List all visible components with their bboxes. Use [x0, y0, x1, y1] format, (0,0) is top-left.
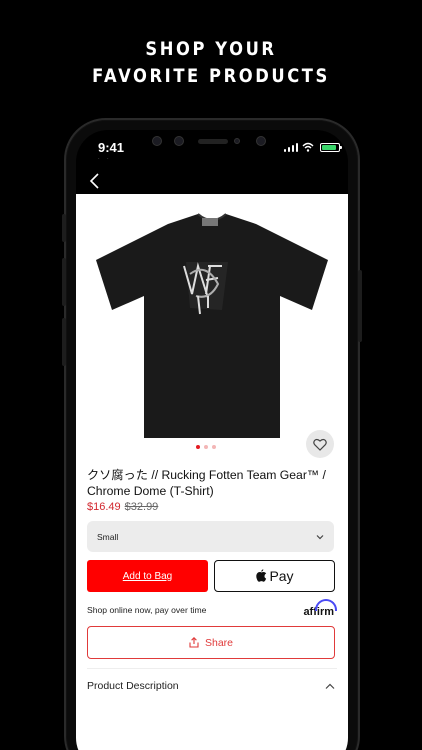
speaker-grille: [198, 139, 228, 144]
heart-outline-icon: [313, 438, 327, 451]
product-image[interactable]: [86, 202, 338, 444]
signal-icon: [288, 147, 290, 152]
apple-pay-label: Pay: [269, 568, 294, 584]
promo-headline: SHOP YOUR FAVORITE PRODUCTS: [30, 36, 393, 90]
promo-line-1: SHOP YOUR: [145, 38, 277, 60]
pagination-dot[interactable]: [212, 445, 216, 449]
affirm-logo: affirm: [303, 599, 338, 618]
affirm-arc: [315, 599, 338, 611]
battery-cap: [340, 146, 342, 149]
pagination-dot[interactable]: [196, 445, 200, 449]
add-to-bag-button[interactable]: Add to Bag: [87, 560, 208, 592]
affirm-text: Shop online now, pay over time: [87, 605, 207, 615]
phone-button: [62, 258, 66, 306]
image-pagination: [196, 445, 216, 449]
signal-icon: [292, 145, 294, 152]
share-button[interactable]: Share: [87, 626, 335, 659]
product-description-label: Product Description: [87, 680, 179, 692]
chevron-down-icon: [316, 534, 324, 539]
favorite-button[interactable]: [306, 430, 334, 458]
affirm-row[interactable]: Shop online now, pay over time affirm: [87, 599, 338, 619]
signal-icon: [284, 149, 286, 152]
product-page: クソ腐った // Rucking Fotten Team Gear™ / Chr…: [76, 194, 348, 750]
battery-icon: [320, 143, 342, 152]
signal-icon: [296, 143, 298, 152]
size-select-value: Small: [97, 531, 119, 542]
pagination-dot[interactable]: [204, 445, 208, 449]
status-icons: [284, 142, 342, 152]
share-label: Share: [204, 636, 234, 649]
camera-sensor: [256, 136, 266, 146]
chevron-up-icon: [325, 683, 335, 689]
promo-line-2: FAVORITE PRODUCTS: [92, 65, 330, 87]
chevron-left-icon[interactable]: [86, 172, 104, 190]
price-row: $16.49 $32.99: [87, 501, 158, 513]
nav-bar: [76, 168, 348, 194]
phone-button: [62, 318, 66, 366]
phone-button: [62, 214, 66, 242]
status-time: 9:41: [98, 140, 125, 155]
product-description-toggle[interactable]: Product Description: [87, 676, 335, 696]
section-divider: [87, 668, 337, 669]
camera-sensor: [152, 136, 162, 146]
original-price: $32.99: [124, 501, 159, 513]
share-upload-icon: [189, 637, 199, 648]
status-bar: 9:41 · ·: [76, 130, 348, 168]
apple-pay-button[interactable]: Pay: [214, 560, 335, 592]
sale-price: $16.49: [87, 501, 121, 513]
camera-sensor: [234, 138, 240, 144]
camera-sensor: [174, 136, 184, 146]
wifi-icon: [302, 142, 314, 152]
battery-level: [322, 145, 336, 150]
apple-logo-icon: [256, 569, 267, 582]
phone-button: [358, 270, 362, 342]
phone-screen: 9:41 · · クソ腐った // Rucking Fotten Team Ge…: [76, 130, 348, 750]
size-select[interactable]: Small: [87, 521, 334, 552]
product-title: クソ腐った // Rucking Fotten Team Gear™ / Chr…: [87, 468, 326, 498]
status-subtext: · ·: [98, 156, 112, 162]
